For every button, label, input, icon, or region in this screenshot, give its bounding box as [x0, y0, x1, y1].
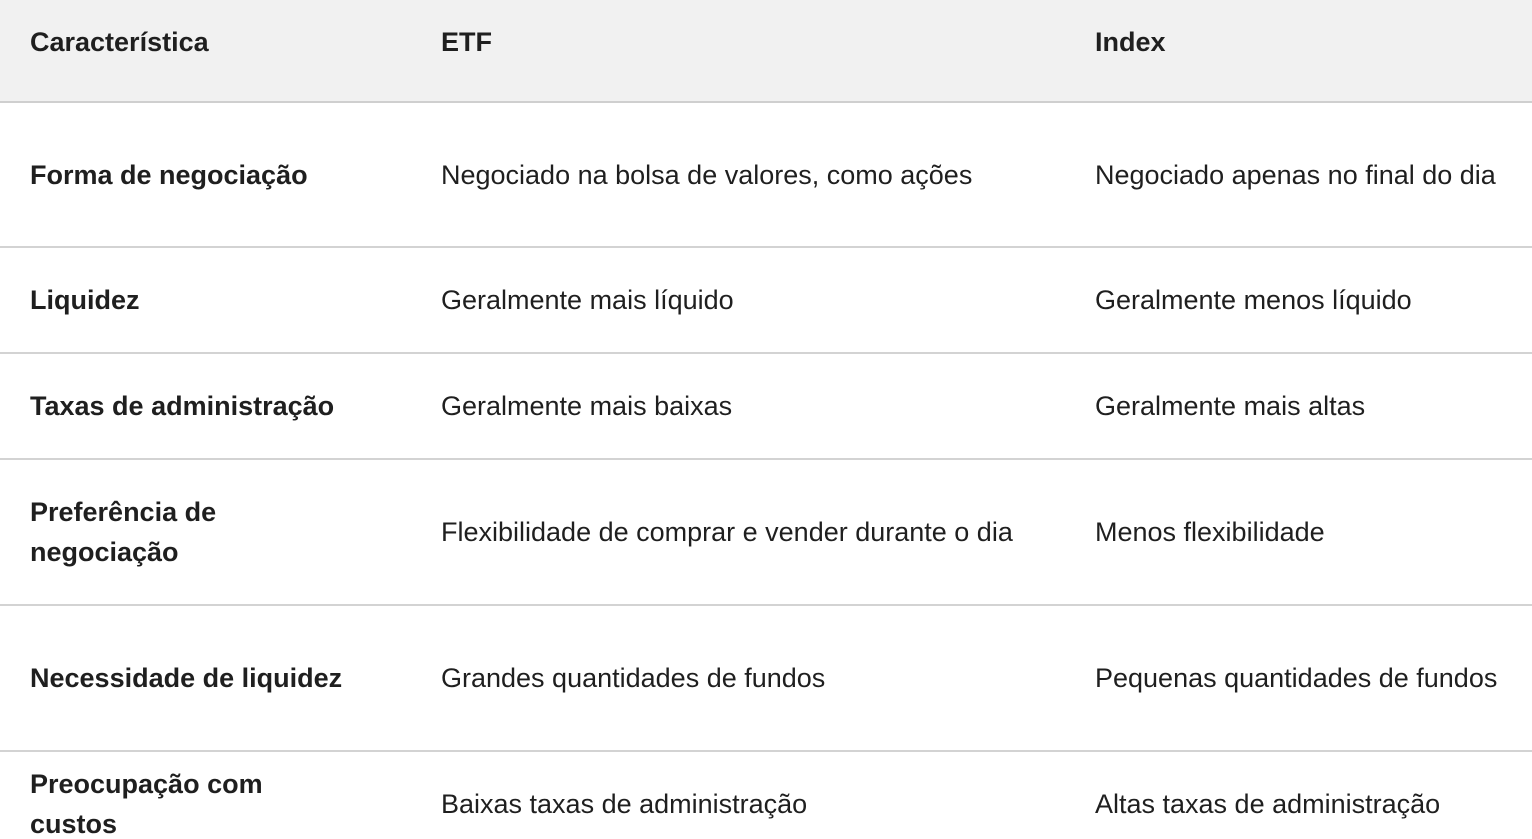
etf-cell: Grandes quantidades de fundos — [411, 605, 1065, 752]
etf-cell: Geralmente mais líquido — [411, 247, 1065, 354]
index-cell: Pequenas quantidades de fundos — [1065, 605, 1532, 752]
index-cell: Altas taxas de administração — [1065, 751, 1532, 839]
column-header-index: Index — [1065, 0, 1532, 103]
table-header: Característica ETF Index — [0, 0, 1532, 103]
etf-cell: Flexibilidade de comprar e vender durant… — [411, 459, 1065, 606]
table-row: Liquidez Geralmente mais líquido Geralme… — [0, 247, 1532, 354]
feature-cell: Necessidade de liquidez — [0, 605, 411, 752]
index-cell: Negociado apenas no final do dia — [1065, 102, 1532, 248]
table-row: Preocupação com custos Baixas taxas de a… — [0, 751, 1532, 839]
feature-cell: Taxas de administração — [0, 353, 411, 460]
table-row: Necessidade de liquidez Grandes quantida… — [0, 605, 1532, 752]
header-row: Característica ETF Index — [0, 0, 1532, 103]
column-header-etf: ETF — [411, 0, 1065, 103]
index-cell: Geralmente menos líquido — [1065, 247, 1532, 354]
column-header-feature: Característica — [0, 0, 411, 103]
table-row: Taxas de administração Geralmente mais b… — [0, 353, 1532, 460]
feature-cell: Liquidez — [0, 247, 411, 354]
etf-cell: Baixas taxas de administração — [411, 751, 1065, 839]
index-cell: Menos flexibilidade — [1065, 459, 1532, 606]
etf-cell: Geralmente mais baixas — [411, 353, 1065, 460]
comparison-table-container: Característica ETF Index Forma de negoci… — [0, 0, 1532, 839]
table-row: Preferência de negociação Flexibilidade … — [0, 459, 1532, 606]
feature-cell: Forma de negociação — [0, 102, 411, 248]
table-body: Forma de negociação Negociado na bolsa d… — [0, 102, 1532, 839]
feature-cell: Preferência de negociação — [0, 459, 411, 606]
feature-cell: Preocupação com custos — [0, 751, 411, 839]
comparison-table: Característica ETF Index Forma de negoci… — [0, 0, 1532, 839]
table-row: Forma de negociação Negociado na bolsa d… — [0, 102, 1532, 248]
etf-cell: Negociado na bolsa de valores, como açõe… — [411, 102, 1065, 248]
index-cell: Geralmente mais altas — [1065, 353, 1532, 460]
